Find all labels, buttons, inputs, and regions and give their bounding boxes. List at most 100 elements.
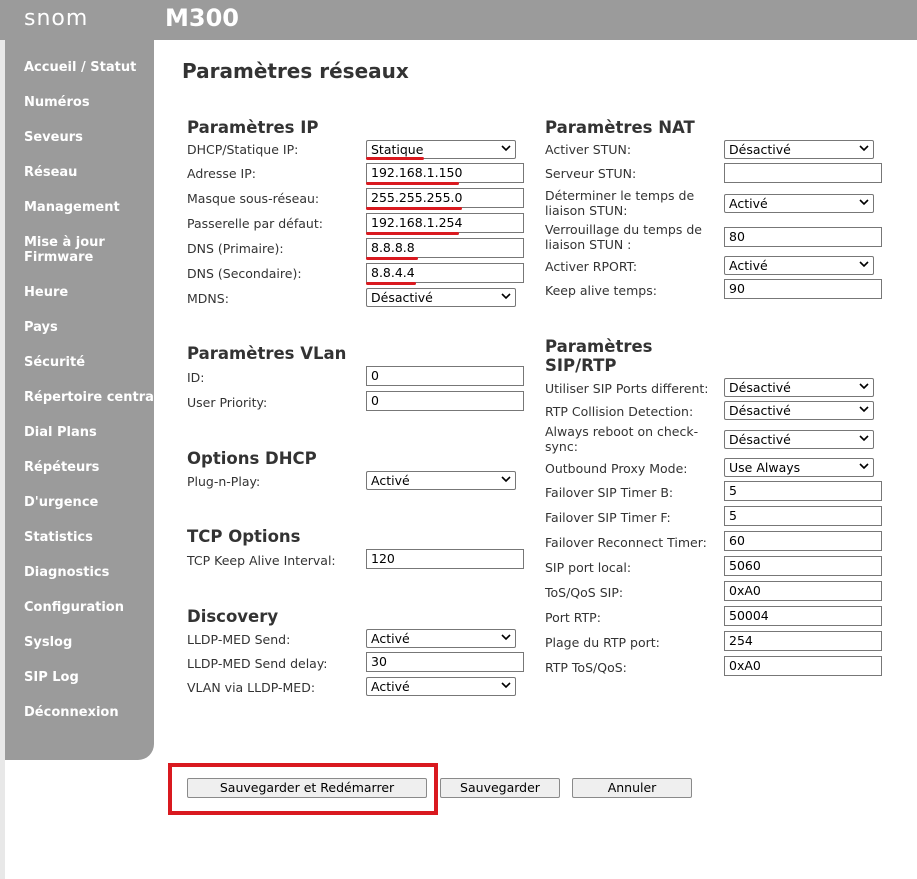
timer-b-field[interactable]: 5: [724, 481, 882, 501]
sidebar-item-numeros[interactable]: Numéros: [24, 95, 90, 110]
gateway-label: Passerelle par défaut:: [187, 216, 323, 231]
sidebar-item-heure[interactable]: Heure: [24, 285, 68, 300]
chevron-down-icon: [859, 406, 869, 413]
chevron-down-icon: [501, 145, 511, 152]
user-priority-label: User Priority:: [187, 395, 268, 410]
timer-f-label: Failover SIP Timer F:: [545, 510, 671, 525]
chevron-down-icon: [859, 199, 869, 206]
plug-n-play-value: Activé: [371, 473, 410, 488]
mdns-select[interactable]: Désactivé: [366, 288, 516, 307]
vlan-lldp-select[interactable]: Activé: [366, 677, 516, 696]
stun-server-field[interactable]: [724, 163, 882, 183]
plug-n-play-select[interactable]: Activé: [366, 471, 516, 490]
chevron-down-icon: [859, 435, 869, 442]
reboot-check-sync-label: Always reboot on check- sync:: [545, 424, 699, 454]
reconnect-timer-label: Failover Reconnect Timer:: [545, 535, 707, 550]
subnet-mask-label: Masque sous-réseau:: [187, 191, 320, 206]
sidebar: Accueil / Statut Numéros Seveurs Réseau …: [5, 40, 158, 760]
rtp-collision-value: Désactivé: [729, 403, 791, 418]
outbound-proxy-value: Use Always: [729, 460, 801, 475]
reboot-check-sync-select[interactable]: Désactivé: [724, 430, 874, 449]
sidebar-item-syslog[interactable]: Syslog: [24, 635, 72, 650]
user-priority-field[interactable]: 0: [366, 391, 524, 411]
vlan-lldp-value: Activé: [371, 679, 410, 694]
lldp-delay-field[interactable]: 30: [366, 652, 524, 672]
chevron-down-icon: [501, 682, 511, 689]
sip-diff-ports-value: Désactivé: [729, 380, 791, 395]
gateway-field[interactable]: 192.168.1.254: [366, 213, 524, 233]
sidebar-item-configuration[interactable]: Configuration: [24, 600, 124, 615]
red-underline: [366, 157, 424, 160]
red-underline: [366, 282, 416, 285]
tcp-keepalive-field[interactable]: 120: [366, 549, 524, 569]
reconnect-timer-field[interactable]: 60: [724, 531, 882, 551]
sidebar-item-repeteurs[interactable]: Répéteurs: [24, 460, 99, 475]
lldp-send-select[interactable]: Activé: [366, 629, 516, 648]
sidebar-item-statistics[interactable]: Statistics: [24, 530, 93, 545]
sidebar-item-sip-log[interactable]: SIP Log: [24, 670, 79, 685]
outbound-proxy-select[interactable]: Use Always: [724, 458, 874, 477]
sidebar-item-urgence[interactable]: D'urgence: [24, 495, 98, 510]
mdns-label: MDNS:: [187, 291, 229, 306]
sidebar-item-repertoire[interactable]: Répertoire central: [24, 390, 158, 405]
brand-logo: snom: [24, 6, 89, 31]
vlan-id-field[interactable]: 0: [366, 366, 524, 386]
section-title-sip-rtp: Paramètres SIP/RTP: [545, 337, 653, 375]
cancel-button[interactable]: Annuler: [572, 778, 692, 798]
sidebar-item-diagnostics[interactable]: Diagnostics: [24, 565, 109, 580]
sidebar-item-pays[interactable]: Pays: [24, 320, 58, 335]
nat-keepalive-field[interactable]: 90: [724, 279, 882, 299]
sidebar-item-securite[interactable]: Sécurité: [24, 355, 85, 370]
vlan-lldp-label: VLAN via LLDP-MED:: [187, 680, 316, 695]
stun-lock-label: Verrouillage du temps de liaison STUN :: [545, 222, 702, 252]
stun-enable-label: Activer STUN:: [545, 142, 632, 157]
sidebar-item-management[interactable]: Management: [24, 200, 120, 215]
chevron-down-icon: [501, 293, 511, 300]
sip-port-local-field[interactable]: 5060: [724, 556, 882, 576]
outbound-proxy-label: Outbound Proxy Mode:: [545, 461, 688, 476]
save-restart-button[interactable]: Sauvegarder et Redémarrer: [187, 778, 427, 798]
save-button[interactable]: Sauvegarder: [440, 778, 560, 798]
rtp-collision-select[interactable]: Désactivé: [724, 401, 874, 420]
rtp-collision-label: RTP Collision Detection:: [545, 404, 694, 419]
chevron-down-icon: [859, 261, 869, 268]
dns-secondary-label: DNS (Secondaire):: [187, 266, 302, 281]
ip-address-label: Adresse IP:: [187, 166, 256, 181]
section-title-nat: Paramètres NAT: [545, 118, 695, 137]
sidebar-item-firmware[interactable]: Mise à jour Firmware: [24, 235, 105, 265]
dns-secondary-field[interactable]: 8.8.4.4: [366, 263, 524, 283]
red-underline: [366, 182, 459, 185]
sidebar-item-dial-plans[interactable]: Dial Plans: [24, 425, 97, 440]
section-title-vlan: Paramètres VLan: [187, 344, 347, 363]
chevron-down-icon: [859, 463, 869, 470]
rtp-tos-field[interactable]: 0xA0: [724, 656, 882, 676]
top-bar: snom M300: [0, 0, 917, 40]
stun-enable-select[interactable]: Désactivé: [724, 140, 874, 159]
rtp-range-field[interactable]: 254: [724, 631, 882, 651]
rport-select[interactable]: Activé: [724, 256, 874, 275]
rtp-tos-label: RTP ToS/QoS:: [545, 660, 627, 675]
dns-primary-field[interactable]: 8.8.8.8: [366, 238, 524, 258]
subnet-mask-field[interactable]: 255.255.255.0: [366, 188, 524, 208]
sip-diff-ports-label: Utiliser SIP Ports different:: [545, 381, 709, 396]
sidebar-item-deconnexion[interactable]: Déconnexion: [24, 705, 119, 720]
tos-sip-field[interactable]: 0xA0: [724, 581, 882, 601]
stun-binding-label: Déterminer le temps de liaison STUN:: [545, 188, 695, 218]
page-title: Paramètres réseaux: [182, 59, 409, 83]
sip-diff-ports-select[interactable]: Désactivé: [724, 378, 874, 397]
rtp-port-field[interactable]: 50004: [724, 606, 882, 626]
ip-address-field[interactable]: 192.168.1.150: [366, 163, 524, 183]
section-title-dhcp: Options DHCP: [187, 449, 317, 468]
stun-lock-field[interactable]: 80: [724, 227, 882, 247]
rport-value: Activé: [729, 258, 768, 273]
chevron-down-icon: [859, 383, 869, 390]
tos-sip-label: ToS/QoS SIP:: [545, 585, 624, 600]
sidebar-item-serveurs[interactable]: Seveurs: [24, 130, 83, 145]
sidebar-item-reseau[interactable]: Réseau: [24, 165, 77, 180]
device-model: M300: [165, 4, 239, 32]
reboot-check-sync-value: Désactivé: [729, 432, 791, 447]
timer-f-field[interactable]: 5: [724, 506, 882, 526]
stun-binding-select[interactable]: Activé: [724, 194, 874, 213]
sidebar-item-accueil[interactable]: Accueil / Statut: [24, 60, 136, 75]
rport-label: Activer RPORT:: [545, 259, 638, 274]
